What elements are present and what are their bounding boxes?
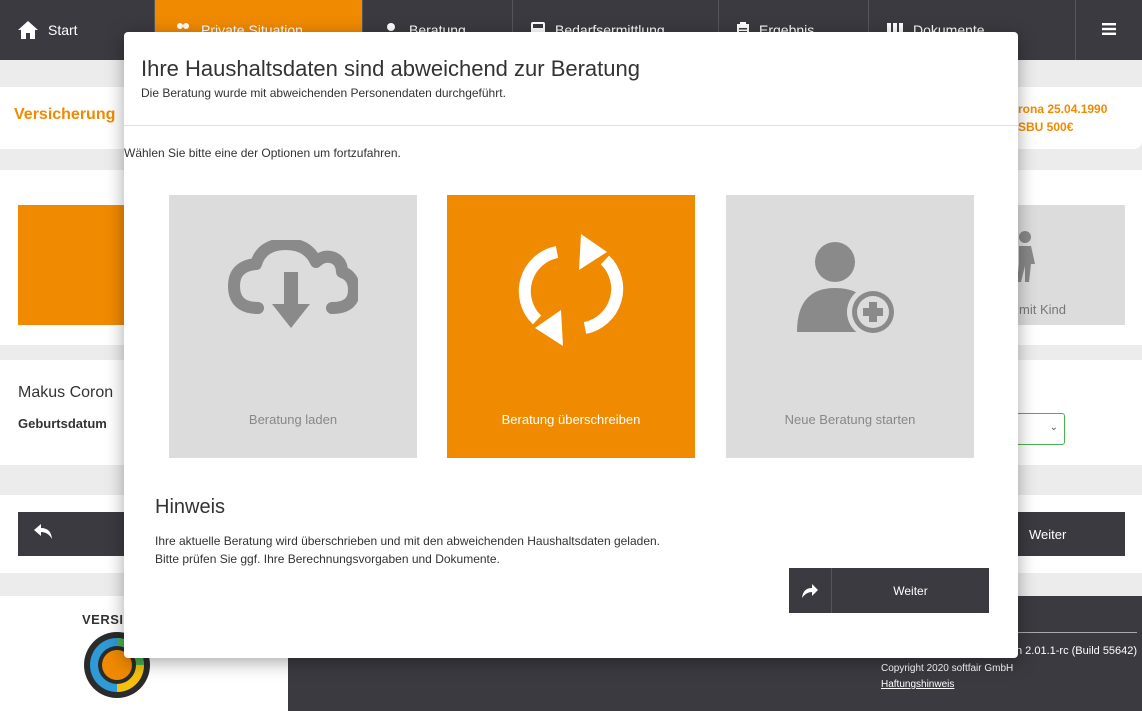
info-bar-sbu: SBU 500€ — [1018, 120, 1074, 134]
background-weiter-button[interactable]: Weiter — [1015, 512, 1125, 556]
reply-arrow-icon — [34, 524, 52, 545]
footer-divider — [1015, 632, 1137, 633]
birthdate-label: Geburtsdatum — [18, 416, 107, 431]
person-name: Makus Coron — [18, 384, 114, 401]
dialog-divider — [124, 125, 1018, 126]
background-select[interactable]: ⌄ — [1015, 413, 1065, 445]
menu-button[interactable] — [1076, 0, 1142, 60]
option-neue-beratung[interactable]: Neue Beratung starten — [726, 195, 974, 458]
child-figure-icon — [1017, 231, 1035, 282]
option-label: Neue Beratung starten — [784, 412, 916, 427]
footer-logo-text: VERSI — [82, 612, 124, 627]
hamburger-icon — [1102, 22, 1116, 38]
hint-line-1: Ihre aktuelle Beratung wird überschriebe… — [155, 534, 661, 548]
option-beratung-laden[interactable]: Beratung laden — [169, 195, 417, 458]
add-user-icon — [726, 195, 974, 385]
situation-tile-label: mit Kind — [1019, 302, 1066, 317]
dialog-title: Ihre Haushaltsdaten sind abweichend zur … — [141, 56, 640, 81]
info-bar-details: rona 25.04.1990 SBU 500€ — [1018, 100, 1107, 136]
hint-text: Ihre aktuelle Beratung wird überschriebe… — [155, 532, 660, 568]
nav-start-label: Start — [48, 22, 78, 38]
background-weiter-label: Weiter — [1029, 527, 1067, 542]
refresh-icon — [447, 195, 695, 385]
home-icon — [18, 21, 38, 39]
dialog-instruction: Wählen Sie bitte eine der Optionen um fo… — [124, 146, 401, 160]
chevron-down-icon: ⌄ — [1049, 422, 1058, 433]
situation-tile-with-child[interactable]: mit Kind — [1015, 205, 1125, 325]
back-button[interactable] — [18, 512, 128, 556]
option-beratung-ueberschreiben[interactable]: Beratung überschreiben — [447, 195, 695, 458]
situation-tile-selected[interactable] — [18, 205, 128, 325]
info-bar-person: rona 25.04.1990 — [1018, 102, 1108, 116]
weiter-button[interactable]: Weiter — [789, 568, 989, 613]
weiter-label: Weiter — [893, 583, 928, 598]
dialog-subtitle: Die Beratung wurde mit abweichenden Pers… — [141, 86, 506, 100]
household-data-dialog: Ihre Haushaltsdaten sind abweichend zur … — [124, 32, 1018, 658]
copyright-text: Copyright 2020 softfair GmbH — [881, 663, 1014, 674]
share-arrow-icon — [789, 568, 832, 613]
info-bar-title: Versicherung — [14, 106, 116, 123]
option-label: Beratung überschreiben — [501, 412, 641, 427]
disclaimer-link[interactable]: Haftungshinweis — [881, 679, 954, 690]
hint-line-2: Bitte prüfen Sie ggf. Ihre Berechnungsvo… — [155, 552, 500, 566]
cloud-download-icon — [169, 195, 417, 385]
option-label: Beratung laden — [248, 412, 338, 427]
version-info: n 2.01.1-rc (Build 55642) — [1016, 645, 1138, 657]
hint-title: Hinweis — [155, 496, 226, 518]
